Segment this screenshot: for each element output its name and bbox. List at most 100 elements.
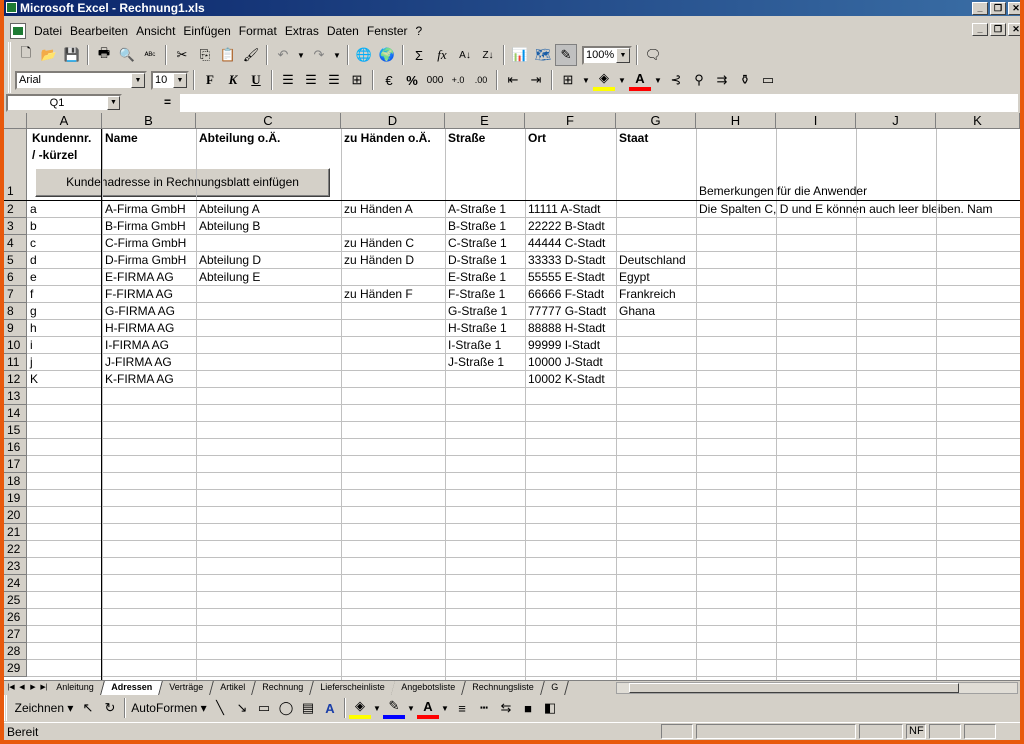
menu-daten[interactable]: Daten (323, 21, 363, 41)
close-button[interactable]: ✕ (1008, 2, 1020, 15)
column-header-d[interactable]: D (341, 113, 445, 129)
sort-descending-icon[interactable]: Z↓ (477, 44, 499, 66)
formula-input[interactable] (180, 94, 1018, 112)
increase-decimal-icon[interactable]: +.0 (447, 69, 469, 91)
function-icon[interactable]: fx (431, 44, 453, 66)
table-cell-c[interactable]: Abteilung B (196, 218, 260, 235)
fill-color-icon[interactable]: ◈ (593, 69, 615, 91)
table-cell-e[interactable]: E-Straße 1 (445, 269, 506, 286)
sheet-tab[interactable]: Anleitung (46, 681, 105, 695)
table-cell-h[interactable]: Die Spalten C, D und E können auch leer … (696, 201, 993, 218)
table-cell-b[interactable]: C-Firma GmbH (102, 235, 186, 252)
align-right-icon[interactable]: ☰ (323, 69, 345, 91)
doc-minimize-button[interactable]: _ (972, 23, 988, 36)
zoom-select[interactable]: 100% ▼ (582, 45, 632, 65)
column-header-f[interactable]: F (525, 113, 616, 129)
table-cell-a[interactable]: d (27, 252, 37, 269)
table-cell-e[interactable]: F-Straße 1 (445, 286, 505, 303)
table-cell-b[interactable]: K-FIRMA AG (102, 371, 174, 388)
sheet-tab[interactable]: Lieferscheinliste (309, 681, 396, 695)
row-header[interactable]: 6 (4, 269, 27, 286)
table-cell-b[interactable]: A-Firma GmbH (102, 201, 186, 218)
table-cell-g[interactable]: Ghana (616, 303, 655, 320)
row-header[interactable]: 4 (4, 235, 27, 252)
italic-button[interactable]: K (222, 69, 244, 91)
table-cell-f[interactable]: 66666 F-Stadt (525, 286, 604, 303)
line-color-dropdown-icon[interactable]: ▼ (405, 697, 417, 719)
chevron-down-icon[interactable]: ▼ (173, 72, 187, 88)
column-header-j[interactable]: J (856, 113, 936, 129)
row-header[interactable]: 17 (4, 456, 27, 473)
row-header[interactable]: 19 (4, 490, 27, 507)
scrollbar-thumb[interactable] (629, 683, 959, 693)
office-assistant-icon[interactable]: 🗨 (642, 44, 664, 66)
name-box[interactable]: Q1 ▼ (6, 94, 122, 112)
row-header[interactable]: 11 (4, 354, 27, 371)
table-cell-b[interactable]: G-FIRMA AG (102, 303, 175, 320)
table-cell-a[interactable]: g (27, 303, 37, 320)
table-cell-e[interactable]: G-Straße 1 (445, 303, 507, 320)
arrow-icon[interactable]: ↘ (231, 697, 253, 719)
table-cell-c[interactable]: Abteilung D (196, 252, 261, 269)
dash-style-icon[interactable]: ┅ (473, 697, 495, 719)
row-header[interactable]: 15 (4, 422, 27, 439)
sheet-tab[interactable]: Artikel (209, 681, 256, 695)
align-center-icon[interactable]: ☰ (300, 69, 322, 91)
menu-einfuegen[interactable]: Einfügen (179, 21, 234, 41)
menu-ansicht[interactable]: Ansicht (132, 21, 179, 41)
table-cell-a[interactable]: i (27, 337, 33, 354)
row-header[interactable]: 12 (4, 371, 27, 388)
chevron-down-icon[interactable]: ▼ (131, 72, 145, 88)
restore-button[interactable]: ❐ (990, 2, 1006, 15)
table-cell-f[interactable]: 55555 E-Stadt (525, 269, 605, 286)
row-header[interactable]: 26 (4, 609, 27, 626)
shadow-icon[interactable]: ■ (517, 697, 539, 719)
undo-icon[interactable]: ↶ (272, 44, 294, 66)
cut-icon[interactable]: ✂ (171, 44, 193, 66)
column-header-h[interactable]: H (696, 113, 776, 129)
row-header[interactable]: 2 (4, 201, 27, 218)
print-preview-icon[interactable]: 🔍 (116, 44, 138, 66)
table-cell-e[interactable]: J-Straße 1 (445, 354, 504, 371)
trace-dependents-icon[interactable]: ⚲ (688, 69, 710, 91)
fill-color-dropdown-icon[interactable]: ▼ (616, 69, 628, 91)
table-cell-a[interactable]: b (27, 218, 37, 235)
line-style-icon[interactable]: ≡ (451, 697, 473, 719)
euro-icon[interactable]: € (378, 69, 400, 91)
decrease-indent-icon[interactable]: ⇤ (502, 69, 524, 91)
row-header[interactable]: 24 (4, 575, 27, 592)
table-cell-g[interactable]: Egypt (616, 269, 650, 286)
table-cell-e[interactable]: B-Straße 1 (445, 218, 506, 235)
row-header[interactable]: 25 (4, 592, 27, 609)
row-header[interactable]: 16 (4, 439, 27, 456)
table-cell-e[interactable]: C-Straße 1 (445, 235, 507, 252)
insert-customer-address-button[interactable]: Kundenadresse in Rechnungsblatt einfügen (35, 168, 330, 197)
free-rotate-icon[interactable]: ↻ (99, 697, 121, 719)
row-header[interactable]: 20 (4, 507, 27, 524)
menu-bearbeiten[interactable]: Bearbeiten (66, 21, 132, 41)
row-header[interactable]: 23 (4, 558, 27, 575)
table-cell-b[interactable]: I-FIRMA AG (102, 337, 169, 354)
column-header-g[interactable]: G (616, 113, 696, 129)
table-cell-c[interactable]: Abteilung A (196, 201, 260, 218)
borders-dropdown-icon[interactable]: ▼ (580, 69, 592, 91)
sheet-tab[interactable]: Adressen (100, 681, 163, 695)
font-size-select[interactable]: 10 ▼ (151, 70, 189, 90)
line-icon[interactable]: ╲ (209, 697, 231, 719)
sheet-tab[interactable]: Verträge (158, 681, 214, 695)
table-cell-f[interactable]: 10000 J-Stadt (525, 354, 603, 371)
web-toolbar-icon[interactable]: 🌍 (376, 44, 398, 66)
redo-icon[interactable]: ↷ (308, 44, 330, 66)
chart-wizard-icon[interactable]: 📊 (509, 44, 531, 66)
table-cell-g[interactable]: Frankreich (616, 286, 676, 303)
column-header-b[interactable]: B (102, 113, 196, 129)
table-cell-f[interactable]: 44444 C-Stadt (525, 235, 605, 252)
row-header[interactable]: 9 (4, 320, 27, 337)
row-header[interactable]: 29 (4, 660, 27, 677)
row-header[interactable]: 18 (4, 473, 27, 490)
increase-indent-icon[interactable]: ⇥ (525, 69, 547, 91)
underline-button[interactable]: U (245, 69, 267, 91)
drawing-icon[interactable]: ✎ (555, 44, 577, 66)
table-cell-a[interactable]: c (27, 235, 36, 252)
table-cell-a[interactable]: e (27, 269, 37, 286)
